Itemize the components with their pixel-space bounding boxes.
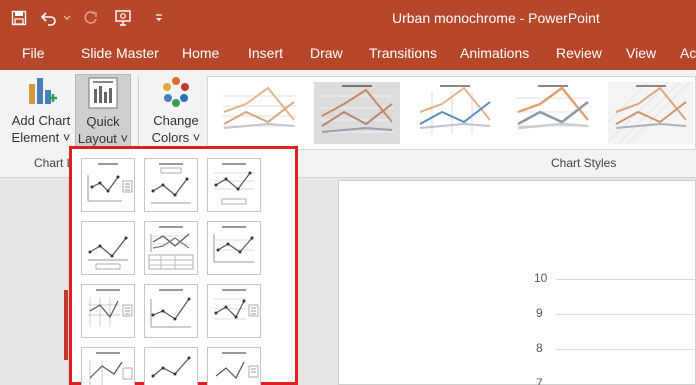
quick-access-toolbar — [0, 0, 172, 36]
tab-draw[interactable]: Draw — [310, 36, 343, 70]
customize-qat-icon[interactable] — [146, 5, 172, 31]
palette-icon — [163, 77, 189, 107]
chart-gridline — [556, 279, 696, 280]
chart-y-tick: 9 — [536, 306, 543, 320]
quick-layout-option-2[interactable] — [144, 158, 198, 212]
quick-layout-option-6[interactable] — [207, 221, 261, 275]
quick-layout-label-2: Layout ˅ — [77, 131, 129, 146]
tab-slide-master[interactable]: Slide Master — [81, 36, 159, 70]
tab-transitions[interactable]: Transitions — [369, 36, 437, 70]
add-chart-element-button[interactable]: Add Chart Element ˅ — [8, 74, 74, 154]
quick-layout-option-4[interactable] — [81, 221, 135, 275]
quick-layout-option-5[interactable] — [144, 221, 198, 275]
chart-style-3[interactable] — [412, 82, 498, 144]
powerpoint-window: Urban monochrome - PowerPoint File Slide… — [0, 0, 696, 385]
change-colors-label-2: Colors ˅ — [151, 130, 201, 145]
chart-style-4[interactable] — [510, 82, 596, 144]
slide-canvas[interactable] — [338, 180, 696, 385]
undo-icon[interactable] — [36, 5, 62, 31]
add-chart-element-label-2: Element ˅ — [11, 130, 71, 145]
tab-acrobat[interactable]: Ac — [680, 36, 696, 70]
chart-y-tick: 8 — [536, 341, 543, 355]
tab-insert[interactable]: Insert — [248, 36, 283, 70]
title-bar: Urban monochrome - PowerPoint — [0, 0, 696, 36]
quick-layout-button[interactable]: Quick Layout ˅ — [75, 74, 131, 154]
window-title: Urban monochrome - PowerPoint — [392, 10, 600, 26]
group-label-chart-layouts: Chart L — [34, 156, 74, 170]
tab-review[interactable]: Review — [556, 36, 602, 70]
quick-layout-icon — [88, 77, 118, 109]
chart-style-2[interactable] — [314, 82, 400, 144]
quick-layout-option-3[interactable] — [207, 158, 261, 212]
save-icon[interactable] — [6, 5, 32, 31]
redo-icon[interactable] — [78, 5, 104, 31]
chart-style-1[interactable] — [216, 82, 302, 144]
quick-layout-option-9[interactable] — [207, 284, 261, 338]
tab-view[interactable]: View — [626, 36, 656, 70]
chart-styles-gallery — [207, 76, 696, 150]
quick-layout-gallery — [69, 146, 298, 385]
tab-animations[interactable]: Animations — [460, 36, 529, 70]
group-label-chart-styles: Chart Styles — [551, 156, 617, 170]
change-colors-label-1: Change — [153, 113, 199, 128]
chart-gridline — [556, 314, 696, 315]
undo-dropdown-icon[interactable] — [62, 5, 72, 31]
tab-home[interactable]: Home — [182, 36, 219, 70]
quick-layout-option-8[interactable] — [144, 284, 198, 338]
add-chart-element-label-1: Add Chart — [11, 113, 71, 128]
chart-gridline — [556, 349, 696, 350]
tab-file[interactable]: File — [22, 36, 45, 70]
ribbon-tabs: File Slide Master Home Insert Draw Trans… — [0, 36, 696, 70]
chart-style-5[interactable] — [608, 82, 694, 144]
add-chart-element-icon — [29, 78, 57, 104]
quick-layout-option-1[interactable] — [81, 158, 135, 212]
selected-thumbnail-marker — [64, 290, 68, 360]
quick-layout-label-1: Quick — [86, 114, 120, 129]
quick-layout-option-12[interactable] — [207, 347, 261, 385]
change-colors-button[interactable]: Change Colors ˅ — [146, 74, 206, 154]
chart-y-tick: 10 — [534, 271, 548, 285]
quick-layout-option-7[interactable] — [81, 284, 135, 338]
quick-layout-option-10[interactable] — [81, 347, 135, 385]
present-icon[interactable] — [110, 5, 136, 31]
quick-layout-option-11[interactable] — [144, 347, 198, 385]
chart-y-tick: 7 — [536, 376, 543, 385]
